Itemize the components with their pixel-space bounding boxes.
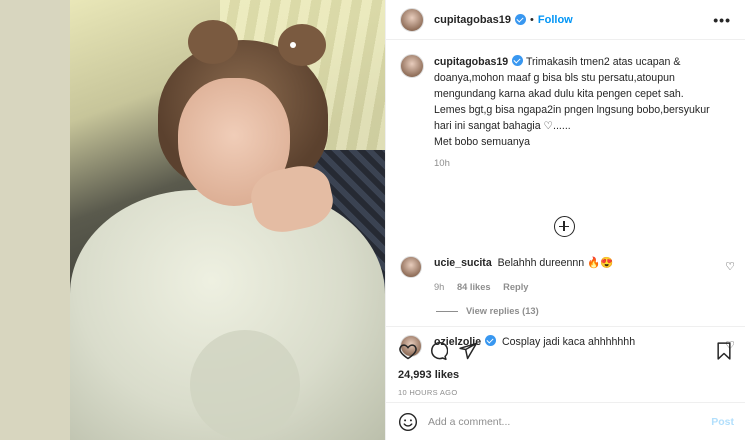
photo-letterbox xyxy=(0,0,70,440)
comment-item: ucie_sucita Belahhh dureennn 🔥😍 9h 84 li… xyxy=(400,256,735,292)
comment-composer: Post xyxy=(386,402,745,440)
comment-icon[interactable] xyxy=(428,341,448,361)
author-avatar[interactable] xyxy=(400,7,424,32)
caption-age[interactable]: 10h xyxy=(434,158,731,169)
comment-avatar[interactable] xyxy=(400,256,422,278)
reply-button[interactable]: Reply xyxy=(503,282,528,292)
bookmark-icon[interactable] xyxy=(714,341,734,361)
share-icon[interactable] xyxy=(458,341,478,361)
post-timestamp[interactable]: 10 HOURS AGO xyxy=(398,388,734,397)
post-side-panel: cupitagobas19 • Follow ••• cupitagobas19… xyxy=(385,0,745,440)
action-icons xyxy=(398,335,734,367)
action-bar: 24,993 likes 10 HOURS AGO xyxy=(386,326,745,397)
caption-username[interactable]: cupitagobas19 xyxy=(434,56,508,68)
follow-button[interactable]: Follow xyxy=(538,14,573,26)
comment-text: ucie_sucita Belahhh dureennn 🔥😍 xyxy=(434,256,614,270)
likes-count[interactable]: 24,993 likes xyxy=(398,369,734,381)
comment-input[interactable] xyxy=(428,415,698,428)
post-photo[interactable] xyxy=(70,0,385,440)
verified-badge-icon xyxy=(512,55,524,66)
caption: cupitagobas19 Trimakasih tmen2 atas ucap… xyxy=(400,54,731,150)
post-button[interactable]: Post xyxy=(711,416,734,428)
photo-hair-bun-right xyxy=(278,24,326,66)
emoji-icon[interactable] xyxy=(398,412,418,432)
caption-line-3: Met bobo semuanya xyxy=(434,136,530,148)
caption-avatar[interactable] xyxy=(400,54,424,78)
ellipsis-icon[interactable]: ••• xyxy=(713,12,731,28)
verified-badge-icon xyxy=(515,14,527,25)
view-replies-label: View replies (13) xyxy=(466,306,539,316)
comment-likes[interactable]: 84 likes xyxy=(457,282,491,292)
load-more-comments-icon[interactable] xyxy=(554,216,575,237)
comments-list[interactable]: cupitagobas19 Trimakasih tmen2 atas ucap… xyxy=(386,40,745,357)
header-separator: • xyxy=(530,13,534,26)
caption-text: cupitagobas19 Trimakasih tmen2 atas ucap… xyxy=(434,54,724,150)
view-replies-button[interactable]: View replies (13) xyxy=(436,306,539,316)
heart-icon[interactable] xyxy=(398,341,418,361)
comment-username[interactable]: ucie_sucita xyxy=(434,257,492,269)
carousel-dot-indicator xyxy=(290,42,296,48)
caption-line-2: Lemes bgt,g bisa ngapa2in pngen lngsung … xyxy=(434,104,710,132)
author-username[interactable]: cupitagobas19 xyxy=(434,14,511,26)
photo-robe-belt xyxy=(190,330,300,440)
comment-like-heart-icon[interactable]: ♡ xyxy=(725,260,735,273)
post-header: cupitagobas19 • Follow ••• xyxy=(386,0,745,40)
replies-dash xyxy=(436,310,458,312)
comment-age[interactable]: 9h xyxy=(434,282,444,292)
comment-meta: 9h 84 likes Reply xyxy=(434,282,614,292)
photo-hair-bun-left xyxy=(188,20,238,64)
comment-body: Belahhh dureennn 🔥😍 xyxy=(497,257,614,269)
